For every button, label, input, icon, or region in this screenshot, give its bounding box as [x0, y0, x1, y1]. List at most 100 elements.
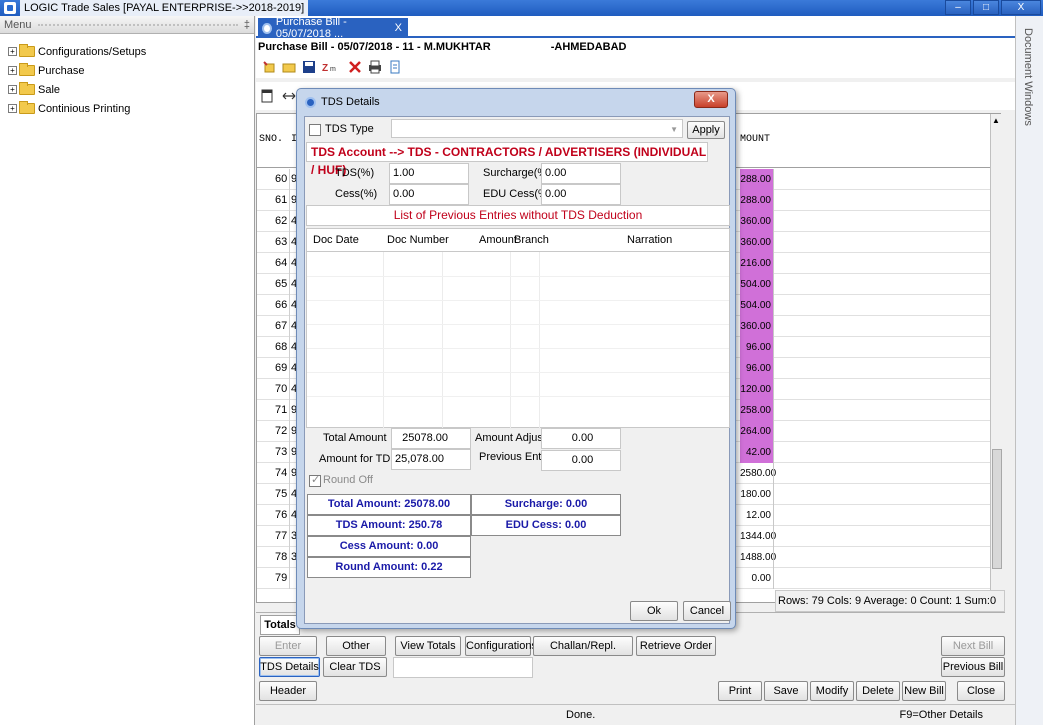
- row-amount: 288.00: [740, 169, 773, 190]
- menu-item-continious-printing[interactable]: + Continious Printing: [8, 99, 254, 118]
- summary-total-amount: Total Amount: 25078.00: [307, 494, 471, 515]
- tds-type-checkbox[interactable]: [309, 124, 321, 136]
- open-folder-icon[interactable]: [282, 60, 296, 74]
- bill-title: Purchase Bill - 05/07/2018 - 11 - M.MUKH…: [256, 38, 1015, 56]
- status-bar: Done. F9=Other Details: [256, 704, 1015, 725]
- grid-scrollbar[interactable]: ▲ ▼: [990, 114, 1002, 602]
- expand-icon[interactable]: +: [8, 104, 17, 113]
- row-amount: 96.00: [740, 337, 773, 358]
- folder-icon: [19, 44, 35, 57]
- row-sno: 78: [275, 547, 290, 568]
- row-sno: 64: [275, 253, 290, 274]
- round-off-checkbox[interactable]: [309, 473, 321, 487]
- row-sno: 67: [275, 316, 290, 337]
- menu-item-sale[interactable]: + Sale: [8, 80, 254, 99]
- round-off-label: Round Off: [323, 474, 373, 486]
- expand-icon[interactable]: +: [8, 85, 17, 94]
- save-button[interactable]: Save: [764, 681, 808, 701]
- cancel-button[interactable]: Cancel: [683, 601, 731, 621]
- document-windows-panel[interactable]: Document Windows: [1015, 16, 1043, 725]
- row-amount: 0.00: [751, 573, 771, 584]
- grid-status: Rows: 79 Cols: 9 Average: 0 Count: 1 Sum…: [775, 590, 1005, 612]
- cess-pct-label: Cess(%): [335, 188, 378, 200]
- new-icon[interactable]: [262, 60, 276, 74]
- row-sno: 63: [275, 232, 290, 253]
- retrieve-order-button[interactable]: Retrieve Order: [636, 636, 716, 656]
- previous-bill-button[interactable]: Previous Bill: [941, 657, 1005, 677]
- row-sno: 75: [275, 484, 290, 505]
- header-details-button[interactable]: Header Details: [259, 681, 317, 715]
- amount-for-tds-input[interactable]: 25,078.00: [391, 449, 471, 470]
- scroll-up-icon[interactable]: ▲: [992, 116, 1000, 125]
- tds-account-label: TDS Account --> TDS - CONTRACTORS / ADVE…: [306, 142, 708, 177]
- pin-icon[interactable]: ‡: [244, 19, 250, 31]
- configurations-button[interactable]: Configurations...: [465, 636, 546, 656]
- summary-round-amount: Round Amount: 0.22: [307, 557, 471, 578]
- total-amount-label: Total Amount: [323, 432, 387, 444]
- chevron-down-icon[interactable]: ▼: [670, 120, 678, 139]
- menu-header: Menu ‡: [0, 16, 254, 34]
- view-totals-button[interactable]: View Totals: [395, 636, 461, 656]
- maximize-button[interactable]: □: [973, 0, 999, 15]
- row-sno: 70: [275, 379, 290, 400]
- previous-entries-grid[interactable]: Doc Date Doc Number Amount Branch Narrat…: [306, 228, 730, 429]
- window-close-button[interactable]: X: [1001, 0, 1041, 15]
- tab-close-icon[interactable]: X: [395, 22, 402, 34]
- close-button[interactable]: Close: [957, 681, 1005, 701]
- new-bill-button[interactable]: New Bill: [902, 681, 946, 701]
- next-bill-button[interactable]: Next Bill: [941, 636, 1005, 656]
- app-title-bar: LOGIC Trade Sales [PAYAL ENTERPRISE->>20…: [0, 0, 1043, 16]
- print-button[interactable]: Print: [718, 681, 762, 701]
- previous-entries-header: Doc Date Doc Number Amount Branch Narrat…: [307, 229, 729, 252]
- notepad-icon[interactable]: [260, 89, 274, 103]
- print-icon[interactable]: [368, 60, 382, 74]
- challan-button[interactable]: Challan/Repl.: [533, 636, 633, 656]
- delete-icon[interactable]: [348, 60, 362, 74]
- edu-cess-pct-input[interactable]: 0.00: [541, 184, 621, 205]
- enter-returns-button[interactable]: Enter Returns: [259, 636, 317, 670]
- menu-item-purchase[interactable]: + Purchase: [8, 61, 254, 80]
- col-narration[interactable]: Narration: [627, 234, 672, 246]
- tds-type-select[interactable]: ▼: [391, 119, 683, 138]
- expand-icon[interactable]: +: [8, 47, 17, 56]
- tab-purchase-bill[interactable]: Purchase Bill - 05/07/2018 ... X: [258, 16, 408, 40]
- row-amount: 216.00: [740, 253, 773, 274]
- tds-pct-input[interactable]: 1.00: [389, 163, 469, 184]
- surcharge-pct-input[interactable]: 0.00: [541, 163, 621, 184]
- scroll-thumb[interactable]: [992, 449, 1002, 569]
- expand-icon[interactable]: +: [8, 66, 17, 75]
- row-amount: 180.00: [740, 489, 771, 500]
- row-sno: 62: [275, 211, 290, 232]
- clear-tds-button[interactable]: Clear TDS: [323, 657, 387, 677]
- total-amount-field: 25078.00: [391, 428, 471, 449]
- col-amount[interactable]: Amount: [479, 234, 517, 246]
- ok-button[interactable]: Ok: [630, 601, 678, 621]
- col-branch[interactable]: Branch: [514, 234, 549, 246]
- other-details-button[interactable]: Other Details: [326, 636, 386, 670]
- svg-text:Z: Z: [322, 63, 328, 74]
- menu-item-configurations[interactable]: + Configurations/Setups: [8, 42, 254, 61]
- folder-icon: [19, 101, 35, 114]
- col-doc-date[interactable]: Doc Date: [313, 234, 359, 246]
- preview-icon[interactable]: [388, 60, 402, 74]
- apply-button[interactable]: Apply: [687, 121, 725, 139]
- col-doc-number[interactable]: Doc Number: [387, 234, 449, 246]
- dialog-title-bar: TDS Details: [297, 89, 735, 115]
- save-icon[interactable]: [302, 60, 316, 74]
- row-sno: 76: [275, 505, 290, 526]
- sno-header: SNO.: [259, 134, 284, 145]
- resize-columns-icon[interactable]: [282, 89, 296, 103]
- dialog-close-button[interactable]: X: [694, 91, 728, 108]
- tds-details-button[interactable]: TDS Details: [259, 657, 320, 677]
- modify-button[interactable]: Modify: [810, 681, 854, 701]
- tab-totals[interactable]: Totals: [260, 615, 300, 635]
- row-sno: 79: [275, 568, 290, 589]
- row-sno: 71: [275, 400, 290, 421]
- minimize-button[interactable]: –: [945, 0, 971, 15]
- cess-pct-input[interactable]: 0.00: [389, 184, 469, 205]
- zoom-icon[interactable]: Zm: [322, 60, 342, 74]
- delete-button[interactable]: Delete: [856, 681, 900, 701]
- document-icon: [262, 22, 272, 34]
- summary-tds-amount: TDS Amount: 250.78: [307, 515, 471, 536]
- row-amount: 504.00: [740, 274, 773, 295]
